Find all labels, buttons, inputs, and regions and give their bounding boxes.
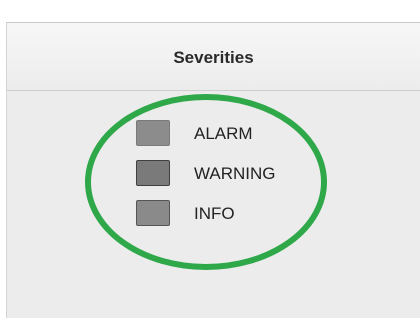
warning-swatch xyxy=(136,160,170,186)
legend-label-warning: WARNING xyxy=(194,164,276,183)
legend-label-info: INFO xyxy=(194,204,235,223)
top-strip xyxy=(0,0,420,22)
legend-item-warning: WARNING xyxy=(136,160,336,190)
legend-label-alarm: ALARM xyxy=(194,124,253,143)
legend-item-info: INFO xyxy=(136,200,336,230)
alarm-swatch xyxy=(136,120,170,146)
info-swatch xyxy=(136,200,170,226)
severities-legend-window: Severities ALARM WARNING INFO xyxy=(0,0,420,318)
panel-title: Severities xyxy=(173,48,254,67)
panel-header: Severities xyxy=(7,23,420,91)
legend-item-alarm: ALARM xyxy=(136,120,336,150)
